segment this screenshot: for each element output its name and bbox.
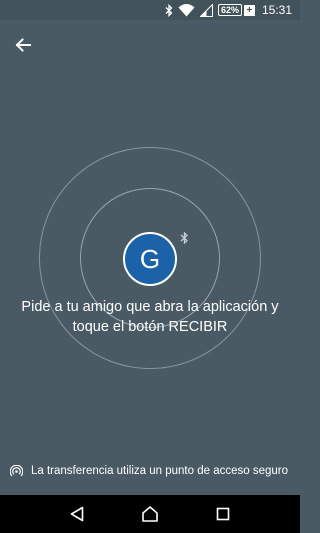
avatar-initial: G: [139, 243, 161, 274]
cell-signal-icon: [199, 2, 213, 18]
navigation-bar: [0, 495, 300, 533]
back-triangle-icon: [70, 506, 83, 522]
avatar: G: [123, 232, 177, 286]
secure-transfer-note: La transferencia utiliza un punto de acc…: [9, 463, 299, 479]
battery-level: 62%: [217, 4, 242, 16]
charging-icon: +: [243, 4, 255, 16]
home-circle-icon: [142, 506, 158, 522]
nav-recents-button[interactable]: [208, 499, 238, 529]
nav-back-button[interactable]: [62, 499, 92, 529]
arrow-left-icon: [15, 38, 31, 52]
back-button[interactable]: [10, 32, 36, 58]
instruction-text: Pide a tu amigo que abra la aplicación y…: [21, 299, 279, 335]
wifi-icon: [178, 2, 195, 18]
hotspot-icon: [9, 464, 23, 478]
clock: 15:31: [261, 3, 292, 17]
recents-square-icon: [217, 507, 230, 521]
bluetooth-icon: [165, 2, 173, 18]
status-bar: 62% + 15:31: [0, 0, 300, 20]
bluetooth-icon: [178, 231, 190, 245]
battery-indicator: 62% +: [217, 4, 255, 16]
nav-home-button[interactable]: [135, 499, 165, 529]
secure-note-text: La transferencia utiliza un punto de acc…: [31, 465, 288, 477]
